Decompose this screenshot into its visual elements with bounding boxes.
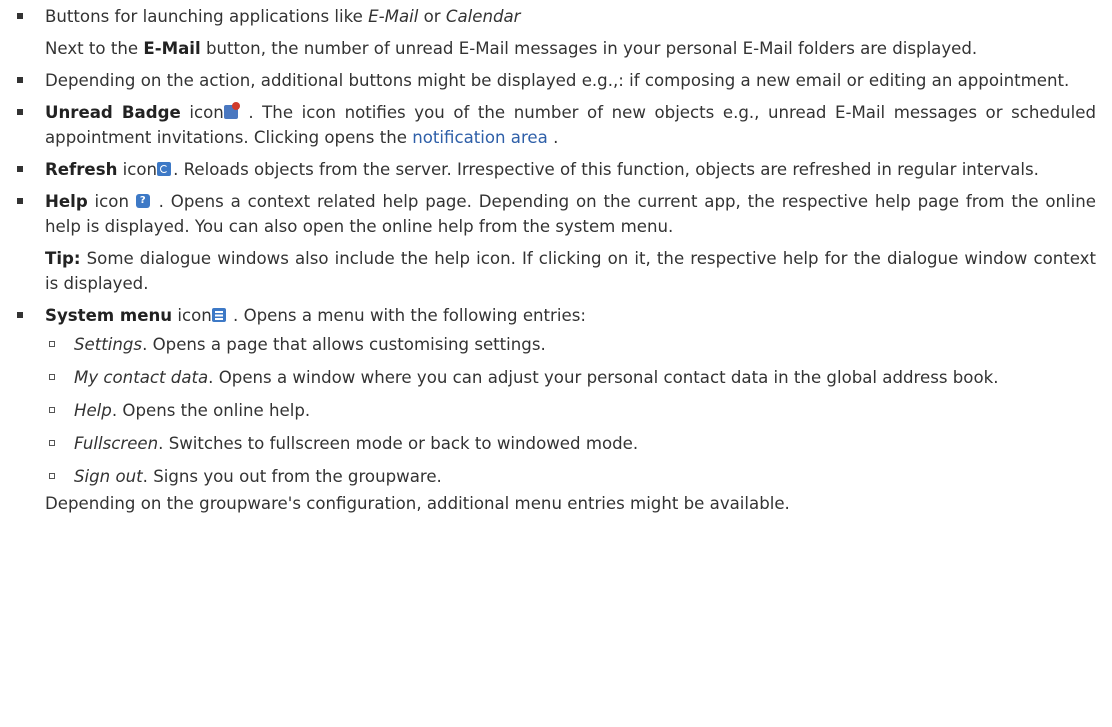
item-subparagraph: Next to the E-Mail button, the number of… (45, 39, 978, 58)
system-menu-icon (211, 308, 226, 322)
unread-badge-icon (223, 102, 240, 119)
list-item-unread-badge: Unread Badge icon . The icon notifies yo… (17, 100, 1096, 150)
item-text: System menu icon . Opens a menu with the… (45, 306, 586, 325)
footer-note: Depending on the groupware's configurati… (45, 494, 790, 513)
item-text: Buttons for launching applications like … (45, 7, 521, 26)
list-item-system-menu: System menu icon . Opens a menu with the… (17, 303, 1096, 489)
list-item-settings: Settings. Opens a page that allows custo… (49, 332, 1096, 357)
list-item-buttons: Buttons for launching applications like … (17, 4, 1096, 61)
item-text: Help icon . Opens a context related help… (45, 189, 1096, 239)
list-item-additional-buttons: Depending on the action, additional butt… (17, 68, 1096, 93)
list-item-fullscreen: Fullscreen. Switches to fullscreen mode … (49, 431, 1096, 456)
notification-area-link[interactable]: notification area (412, 128, 548, 147)
help-icon (135, 194, 150, 208)
tip-paragraph: Tip: Some dialogue windows also include … (45, 249, 1096, 293)
document-page: Buttons for launching applications like … (0, 0, 1112, 727)
list-item-help: Help icon . Opens a context related help… (17, 189, 1096, 296)
em-email: E-Mail (368, 7, 419, 26)
system-menu-entries: Settings. Opens a page that allows custo… (45, 332, 1096, 489)
em-calendar: Calendar (445, 7, 521, 26)
list-item-refresh: Refresh icon. Reloads objects from the s… (17, 157, 1096, 182)
refresh-icon (157, 162, 172, 176)
list-item-sign-out: Sign out. Signs you out from the groupwa… (49, 464, 1096, 489)
toolbar-description-list: Buttons for launching applications like … (0, 4, 1096, 489)
list-item-help-entry: Help. Opens the online help. (49, 398, 1096, 423)
list-item-contact-data: My contact data. Opens a window where yo… (49, 365, 1096, 390)
